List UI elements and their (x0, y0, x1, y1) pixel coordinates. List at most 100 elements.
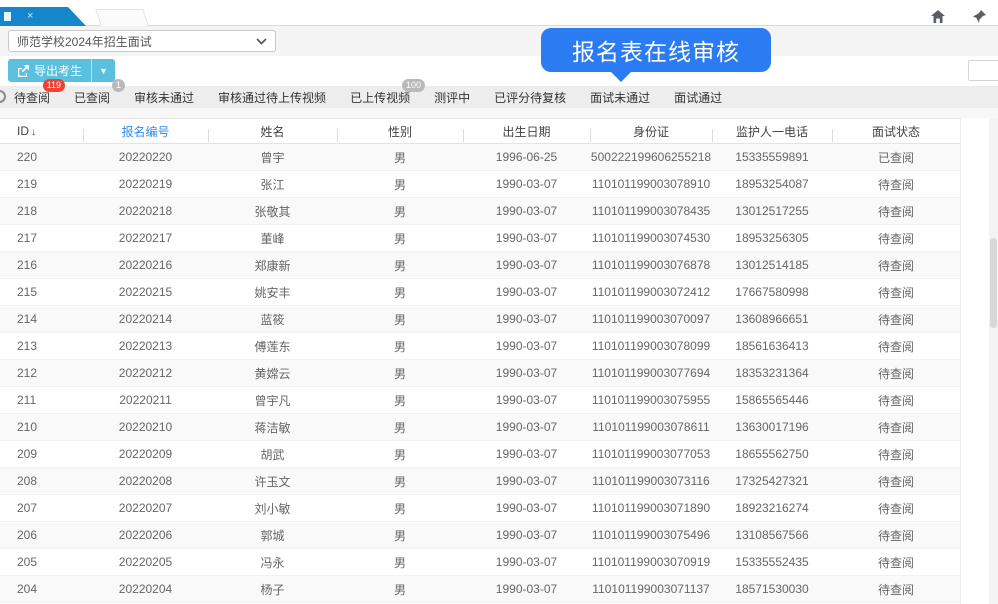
inactive-page-tab[interactable] (95, 9, 149, 26)
cell-name: 郭城 (208, 527, 337, 544)
cell-guardian-phone: 18953256305 (712, 231, 832, 245)
cell-appno: 20220211 (83, 393, 208, 407)
search-input[interactable] (968, 60, 998, 81)
scrollbar-thumb[interactable] (990, 238, 997, 328)
home-icon[interactable] (931, 10, 945, 23)
status-tab[interactable]: 已评分待复核 (494, 89, 566, 106)
table-row[interactable]: 214 20220214 蓝筱 男 1990-03-07 11010119900… (0, 306, 960, 333)
cell-name: 姚安丰 (208, 284, 337, 301)
cell-gender: 男 (337, 311, 463, 328)
cell-name: 张敬其 (208, 203, 337, 220)
table-row[interactable]: 210 20220210 蒋洁敏 男 1990-03-07 1101011990… (0, 414, 960, 441)
column-header-id[interactable]: ID↓ (0, 124, 83, 138)
cell-interview-status: 待查阅 (832, 473, 960, 490)
cell-appno: 20220204 (83, 582, 208, 596)
cell-idcard: 110101199003074530 (590, 231, 712, 245)
cell-birthdate: 1990-03-07 (463, 582, 590, 596)
column-header-gender[interactable]: 性别 (337, 123, 463, 140)
exam-select[interactable]: 师范学校2024年招生面试 (8, 30, 276, 52)
status-tab-label: 面试未通过 (590, 91, 650, 105)
export-dropdown-caret[interactable]: ▼ (91, 59, 115, 82)
status-tab[interactable]: 面试未通过 (590, 89, 650, 106)
cell-birthdate: 1990-03-07 (463, 420, 590, 434)
export-button-label: 导出考生 (34, 62, 82, 79)
cell-name: 郑康新 (208, 257, 337, 274)
cell-id: 217 (0, 231, 83, 245)
table-row[interactable]: 205 20220205 冯永 男 1990-03-07 11010119900… (0, 549, 960, 576)
cell-idcard: 110101199003077053 (590, 447, 712, 461)
export-candidates-button[interactable]: 导出考生 ▼ (8, 59, 115, 82)
table-row[interactable]: 217 20220217 董峰 男 1990-03-07 11010119900… (0, 225, 960, 252)
table-row[interactable]: 212 20220212 黄嫦云 男 1990-03-07 1101011990… (0, 360, 960, 387)
cell-appno: 20220213 (83, 339, 208, 353)
cell-idcard: 110101199003073116 (590, 474, 712, 488)
table-row[interactable]: 207 20220207 刘小敏 男 1990-03-07 1101011990… (0, 495, 960, 522)
column-header-guardian-phone[interactable]: 监护人一电话 (712, 123, 832, 140)
divider (0, 108, 998, 118)
status-tab[interactable]: 已查阅 1 (74, 89, 110, 106)
column-header-name[interactable]: 姓名 (208, 123, 337, 140)
cell-gender: 男 (337, 419, 463, 436)
cell-name: 杨子 (208, 581, 337, 598)
cell-gender: 男 (337, 473, 463, 490)
cell-idcard: 110101199003075955 (590, 393, 712, 407)
cell-guardian-phone: 17667580998 (712, 285, 832, 299)
table-row[interactable]: 215 20220215 姚安丰 男 1990-03-07 1101011990… (0, 279, 960, 306)
cell-guardian-phone: 13012517255 (712, 204, 832, 218)
vertical-scrollbar[interactable] (989, 118, 998, 604)
status-tab[interactable]: 测评中 (434, 89, 470, 106)
cell-birthdate: 1990-03-07 (463, 231, 590, 245)
status-tab-badge: 1 (112, 79, 125, 92)
cell-name: 胡武 (208, 446, 337, 463)
window-controls (931, 10, 986, 23)
cell-gender: 男 (337, 500, 463, 517)
cell-name: 蒋洁敏 (208, 419, 337, 436)
cell-gender: 男 (337, 365, 463, 382)
cell-id: 212 (0, 366, 83, 380)
cell-gender: 男 (337, 338, 463, 355)
cell-guardian-phone: 18561636413 (712, 339, 832, 353)
status-tab[interactable]: 面试通过 (674, 89, 722, 106)
table-row[interactable]: 213 20220213 傅莲东 男 1990-03-07 1101011990… (0, 333, 960, 360)
column-header-appno[interactable]: 报名编号 (83, 123, 208, 140)
cell-gender: 男 (337, 581, 463, 598)
table-row[interactable]: 218 20220218 张敬其 男 1990-03-07 1101011990… (0, 198, 960, 225)
table-row[interactable]: 209 20220209 胡武 男 1990-03-07 11010119900… (0, 441, 960, 468)
table-row[interactable]: 204 20220204 杨子 男 1990-03-07 11010119900… (0, 576, 960, 603)
cell-appno: 20220216 (83, 258, 208, 272)
cell-guardian-phone: 15865565446 (712, 393, 832, 407)
table-row[interactable]: 211 20220211 曾宇凡 男 1990-03-07 1101011990… (0, 387, 960, 414)
table-row[interactable]: 208 20220208 许玉文 男 1990-03-07 1101011990… (0, 468, 960, 495)
cell-name: 刘小敏 (208, 500, 337, 517)
active-page-tab[interactable]: × (0, 7, 86, 26)
column-header-idcard[interactable]: 身份证 (590, 123, 712, 140)
status-tab[interactable]: 待查阅 119 (14, 89, 50, 106)
exam-select-value: 师范学校2024年招生面试 (17, 33, 152, 50)
close-icon[interactable]: × (27, 11, 33, 22)
cell-birthdate: 1990-03-07 (463, 366, 590, 380)
cell-idcard: 110101199003078435 (590, 204, 712, 218)
table-row[interactable]: 206 20220206 郭城 男 1990-03-07 11010119900… (0, 522, 960, 549)
table-row[interactable]: 216 20220216 郑康新 男 1990-03-07 1101011990… (0, 252, 960, 279)
export-icon (17, 65, 29, 77)
status-tab-label: 审核未通过 (134, 91, 194, 105)
status-tab[interactable]: 审核通过待上传视频 (218, 89, 326, 106)
cell-appno: 20220208 (83, 474, 208, 488)
cell-guardian-phone: 18353231364 (712, 366, 832, 380)
cell-guardian-phone: 18923216274 (712, 501, 832, 515)
table-row[interactable]: 220 20220220 曾宇 男 1996-06-25 50022219960… (0, 144, 960, 171)
cell-name: 黄嫦云 (208, 365, 337, 382)
status-tab-badge: 119 (43, 79, 65, 92)
cell-id: 215 (0, 285, 83, 299)
table-row[interactable]: 219 20220219 张江 男 1990-03-07 11010119900… (0, 171, 960, 198)
cell-interview-status: 待查阅 (832, 311, 960, 328)
pushpin-icon[interactable] (973, 10, 986, 23)
cell-id: 216 (0, 258, 83, 272)
status-tab[interactable]: 审核未通过 (134, 89, 194, 106)
cell-name: 张江 (208, 176, 337, 193)
column-header-birthdate[interactable]: 出生日期 (463, 123, 590, 140)
status-tab[interactable]: 已上传视频 100 (350, 89, 410, 106)
cell-appno: 20220207 (83, 501, 208, 515)
cell-idcard: 110101199003075496 (590, 528, 712, 542)
column-header-interview-status[interactable]: 面试状态 (832, 123, 960, 140)
